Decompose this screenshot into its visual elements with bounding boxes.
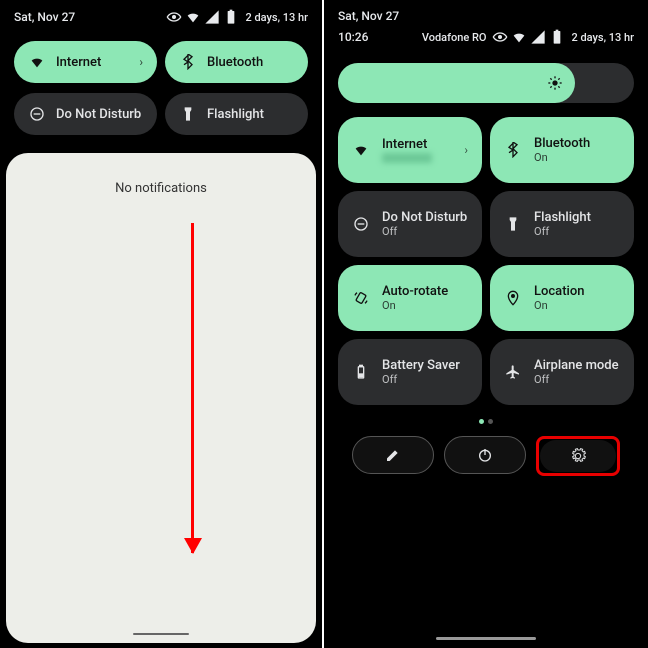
dnd-icon	[352, 216, 370, 232]
tile-label: Bluetooth	[207, 55, 263, 70]
wifi-icon	[352, 142, 370, 158]
tile-status: On	[534, 299, 584, 312]
tile-status: Off	[382, 373, 460, 386]
page-dot-active	[479, 419, 484, 424]
location-tile[interactable]: LocationOn	[490, 265, 634, 331]
bluetooth-tile[interactable]: Bluetooth	[165, 41, 308, 83]
battery-icon	[352, 364, 370, 380]
tile-label: Airplane mode	[534, 358, 619, 374]
bottom-buttons	[324, 430, 648, 482]
dnd-tile[interactable]: Do Not Disturb	[14, 93, 157, 135]
right-phone-screenshot: Sat, Nov 27 10:26 Vodafone RO 2 days, 13…	[324, 0, 648, 648]
tile-label: Internet	[382, 137, 432, 153]
quick-settings-grid: Internet›BluetoothOnDo Not DisturbOffFla…	[324, 109, 648, 413]
status-right: 2 days, 13 hr	[166, 9, 308, 25]
tile-label: Bluetooth	[534, 136, 590, 152]
power-icon	[477, 447, 493, 463]
signal-status-icon	[204, 9, 220, 25]
status-bar-2: 10:26 Vodafone RO 2 days, 13 hr	[324, 25, 648, 53]
pencil-icon	[385, 447, 401, 463]
tile-label: Flashlight	[207, 107, 264, 122]
status-carrier: Vodafone RO	[422, 31, 487, 44]
airplane-mode-tile[interactable]: Airplane modeOff	[490, 339, 634, 405]
tile-status: On	[534, 151, 590, 164]
chevron-right-icon: ›	[464, 143, 468, 157]
status-bar: Sat, Nov 27 2 days, 13 hr	[0, 0, 322, 31]
status-right: Vodafone RO 2 days, 13 hr	[422, 29, 634, 45]
bluetooth-tile[interactable]: BluetoothOn	[490, 117, 634, 183]
status-icons	[492, 29, 565, 45]
bt-icon	[504, 142, 522, 158]
drag-handle[interactable]	[133, 633, 189, 635]
status-time: 10:26	[338, 30, 368, 44]
tile-status: Off	[534, 225, 591, 238]
dnd-icon	[28, 106, 46, 122]
flashlight-tile[interactable]: FlashlightOff	[490, 191, 634, 257]
tile-label: Internet	[56, 55, 101, 70]
battery-status-icon	[223, 9, 239, 25]
power-button[interactable]	[444, 436, 526, 474]
quick-settings-row-1: Internet › Bluetooth	[0, 31, 322, 93]
location-icon	[504, 290, 522, 306]
status-countdown: 2 days, 13 hr	[245, 11, 308, 24]
airplane-icon	[504, 364, 522, 380]
tile-status: Off	[382, 225, 467, 238]
settings-button[interactable]	[540, 440, 616, 472]
battery-status-icon	[549, 29, 565, 45]
page-indicator	[324, 413, 648, 430]
brightness-slider[interactable]	[324, 53, 648, 109]
eye-icon	[492, 29, 508, 45]
eye-icon	[166, 9, 182, 25]
bluetooth-icon	[179, 54, 197, 70]
status-icons	[166, 9, 239, 25]
status-date: Sat, Nov 27	[14, 10, 75, 24]
quick-settings-row-2: Do Not Disturb Flashlight	[0, 93, 322, 145]
wifi-status-icon	[511, 29, 527, 45]
tile-status: Off	[534, 373, 619, 386]
status-date: Sat, Nov 27	[338, 9, 399, 23]
notification-panel[interactable]: No notifications	[6, 153, 316, 643]
page-dot	[488, 419, 493, 424]
settings-highlight-annotation	[536, 436, 620, 476]
auto-rotate-tile[interactable]: Auto-rotateOn	[338, 265, 482, 331]
tile-label: Do Not Disturb	[56, 107, 141, 122]
flashlight-tile[interactable]: Flashlight	[165, 93, 308, 135]
status-countdown: 2 days, 13 hr	[571, 31, 634, 44]
rotate-icon	[352, 290, 370, 306]
signal-status-icon	[530, 29, 546, 45]
tile-label: Auto-rotate	[382, 284, 448, 300]
do-not-disturb-tile[interactable]: Do Not DisturbOff	[338, 191, 482, 257]
tile-label: Do Not Disturb	[382, 210, 467, 226]
wifi-icon	[28, 54, 46, 70]
status-bar: Sat, Nov 27	[324, 0, 648, 25]
flashlight-icon	[179, 106, 197, 122]
no-notifications-text: No notifications	[115, 181, 207, 196]
chevron-right-icon: ›	[139, 55, 143, 69]
tile-status: On	[382, 299, 448, 312]
gear-icon	[570, 448, 586, 464]
internet-tile[interactable]: Internet ›	[14, 41, 157, 83]
edit-button[interactable]	[352, 436, 434, 474]
tile-label: Location	[534, 284, 584, 300]
tile-label: Flashlight	[534, 210, 591, 226]
left-phone-screenshot: Sat, Nov 27 2 days, 13 hr Internet › Blu…	[0, 0, 324, 648]
red-arrow-annotation	[191, 223, 194, 553]
internet-tile[interactable]: Internet ›	[338, 117, 482, 183]
tile-label: Battery Saver	[382, 358, 460, 374]
flash-icon	[504, 216, 522, 232]
wifi-status-icon	[185, 9, 201, 25]
tile-status-redacted	[382, 153, 432, 163]
nav-bar-handle[interactable]	[436, 637, 536, 640]
brightness-icon	[547, 75, 563, 91]
battery-saver-tile[interactable]: Battery SaverOff	[338, 339, 482, 405]
